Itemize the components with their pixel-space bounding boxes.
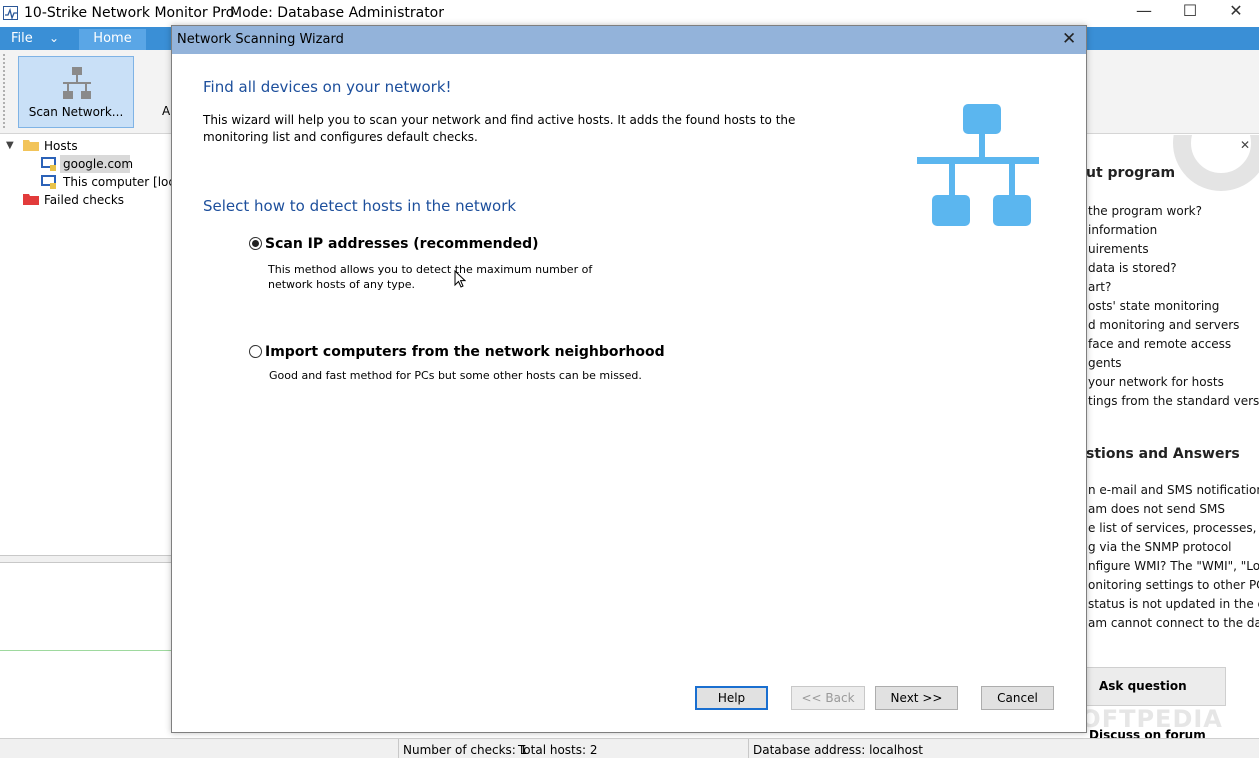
close-icon[interactable]: ✕ (1062, 29, 1076, 49)
help-link[interactable]: osts' state monitoring (1088, 299, 1219, 313)
ask-question-button[interactable]: Ask question (1086, 667, 1226, 706)
network-topology-icon (917, 104, 1039, 226)
tree-expander-icon[interactable]: ▼ (6, 140, 14, 151)
wizard-heading: Find all devices on your network! (203, 78, 452, 96)
qa-heading: stions and Answers (1086, 446, 1240, 462)
app-mode: Mode: Database Administrator (230, 5, 444, 21)
mouse-cursor-icon (454, 270, 466, 288)
qa-link[interactable]: status is not updated in the c... (1088, 597, 1259, 611)
scan-network-label: Scan Network... (28, 105, 124, 119)
computer-icon (41, 175, 56, 189)
help-link[interactable]: d monitoring and servers (1088, 318, 1239, 332)
tree-item-failed-checks[interactable]: Failed checks (44, 193, 124, 207)
import-neighborhood-description: Good and fast method for PCs but some ot… (269, 369, 642, 382)
chevron-down-icon[interactable]: ⌄ (49, 31, 59, 45)
app-titlebar: 10-Strike Network Monitor Pro Mode: Data… (0, 0, 1259, 27)
help-panel: ut program the program work? information… (1086, 135, 1259, 738)
status-divider (748, 739, 749, 758)
menu-file[interactable]: File (11, 31, 33, 46)
cancel-button[interactable]: Cancel (981, 686, 1054, 710)
panel-close-icon[interactable]: ✕ (1240, 138, 1250, 152)
app-monitor-icon (3, 6, 18, 21)
help-button[interactable]: Help (695, 686, 768, 710)
status-hosts: Total hosts: 2 (518, 743, 598, 757)
tree-item-hosts[interactable]: Hosts (44, 139, 78, 153)
tree-item-host[interactable]: google.com (63, 157, 133, 171)
help-link[interactable]: gents (1088, 356, 1122, 370)
dialog-title: Network Scanning Wizard (177, 32, 344, 47)
dialog-titlebar: Network Scanning Wizard ✕ (172, 26, 1086, 54)
folder-icon (23, 140, 39, 151)
help-link[interactable]: uirements (1088, 242, 1149, 256)
help-link[interactable]: information (1088, 223, 1157, 237)
wizard-intro: This wizard will help you to scan your n… (203, 113, 796, 144)
computer-icon (41, 157, 56, 171)
help-link[interactable]: art? (1088, 280, 1111, 294)
pane-splitter[interactable] (0, 555, 175, 563)
network-scanning-wizard: Network Scanning Wizard ✕ Find all devic… (171, 25, 1087, 733)
qa-link[interactable]: onitoring settings to other PC (1088, 578, 1259, 592)
tab-home[interactable]: Home (79, 29, 146, 50)
help-link[interactable]: face and remote access (1088, 337, 1231, 351)
help-link[interactable]: your network for hosts (1088, 375, 1224, 389)
qa-link[interactable]: am cannot connect to the dat... (1088, 616, 1259, 630)
scan-ip-radio[interactable] (249, 237, 262, 250)
status-bar: Number of checks: 1 Total hosts: 2 Datab… (0, 738, 1259, 758)
status-database: Database address: localhost (753, 743, 923, 757)
tree-item-host[interactable]: This computer [local (63, 175, 171, 189)
scan-ip-label[interactable]: Scan IP addresses (recommended) (265, 236, 539, 252)
app-title: 10-Strike Network Monitor Pro (24, 5, 235, 21)
import-neighborhood-label[interactable]: Import computers from the network neighb… (265, 344, 665, 360)
help-link[interactable]: data is stored? (1088, 261, 1177, 275)
qa-link[interactable]: n e-mail and SMS notifications (1088, 483, 1259, 497)
close-icon[interactable]: ✕ (1213, 0, 1259, 27)
back-button[interactable]: << Back (791, 686, 865, 710)
failed-folder-icon (23, 194, 39, 205)
qa-link[interactable]: am does not send SMS (1088, 502, 1225, 516)
help-link[interactable]: the program work? (1088, 204, 1202, 218)
status-checks: Number of checks: 1 (403, 743, 528, 757)
qa-link[interactable]: g via the SNMP protocol (1088, 540, 1232, 554)
lower-pane-line (0, 650, 175, 651)
about-heading: ut program (1086, 165, 1176, 181)
qa-link[interactable]: nfigure WMI? The "WMI", "Lo... (1088, 559, 1259, 573)
ribbon-next-label: A (162, 104, 171, 118)
import-neighborhood-radio[interactable] (249, 345, 262, 358)
detect-method-heading: Select how to detect hosts in the networ… (203, 197, 517, 215)
minimize-icon[interactable]: — (1121, 0, 1167, 27)
qa-link[interactable]: e list of services, processes, a... (1088, 521, 1259, 535)
network-icon (63, 67, 91, 99)
status-divider (398, 739, 399, 758)
scan-ip-description: This method allows you to detect the max… (268, 263, 593, 291)
scan-network-button[interactable]: Scan Network... (18, 56, 134, 128)
next-button[interactable]: Next >> (875, 686, 958, 710)
ribbon-grip[interactable] (3, 54, 7, 128)
help-link[interactable]: tings from the standard versi... (1088, 394, 1259, 408)
maximize-icon[interactable]: ☐ (1167, 0, 1213, 27)
